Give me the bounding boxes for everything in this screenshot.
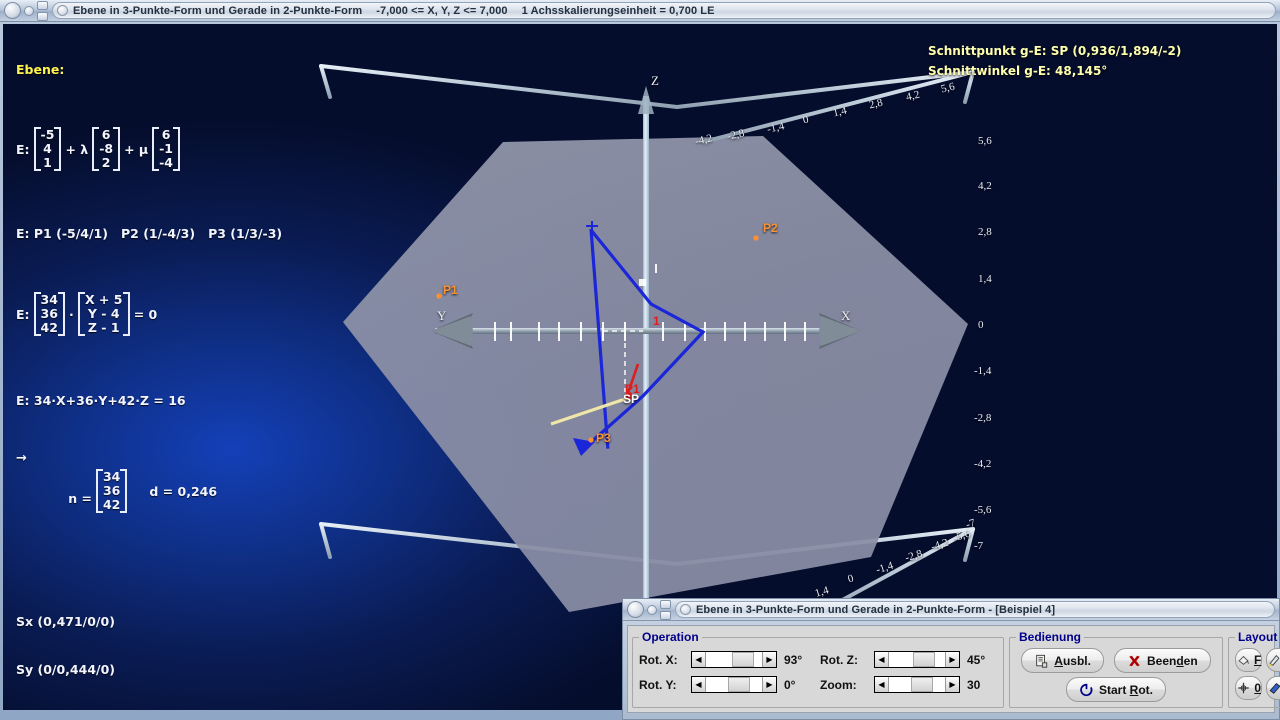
document-icon [1036, 654, 1048, 668]
dialog-titlebar: Ebene in 3-Punkte-Form und Gerade in 2-P… [623, 599, 1279, 621]
crosshair-icon [1238, 682, 1250, 694]
rot-y-slider[interactable]: ◀ ▶ [691, 676, 777, 693]
zoom-value: 30 [967, 677, 981, 692]
sp-marker [625, 392, 633, 400]
rot-x-slider[interactable]: ◀ ▶ [691, 651, 777, 668]
dialog-body: Operation Rot. X: ◀ ▶ 93° Rot. Z: ◀ ▶ 45… [627, 625, 1280, 713]
rot-x-label: Rot. X: [639, 652, 678, 667]
fill-bucket-icon [1238, 655, 1250, 665]
main-titlebar: Ebene in 3-Punkte-Form und Gerade in 2-P… [0, 0, 1280, 22]
rot-y-decrement-icon[interactable]: ◀ [692, 677, 706, 692]
rot-z-row: Rot. Z: ◀ ▶ 45° [820, 648, 997, 671]
plane-surface [343, 136, 968, 612]
operation-group: Operation Rot. X: ◀ ▶ 93° Rot. Z: ◀ ▶ 45… [632, 630, 1004, 708]
dialog-close-button[interactable] [660, 610, 671, 620]
window-minimize-button[interactable] [24, 5, 34, 16]
rot-x-thumb[interactable] [731, 652, 754, 667]
dialog-restore-close-stack [660, 599, 671, 620]
zoom-decrement-icon[interactable]: ◀ [875, 677, 889, 692]
application-window: Ebene in 3-Punkte-Form und Gerade in 2-P… [0, 0, 1280, 720]
window-close-button[interactable] [37, 11, 48, 21]
rot-y-label: Rot. Y: [639, 677, 677, 692]
control-dialog: Ebene in 3-Punkte-Form und Gerade in 2-P… [622, 598, 1280, 720]
layout-f-button[interactable]: F [1235, 648, 1263, 672]
close-x-icon [1129, 655, 1140, 666]
layout-legend: Layout [1238, 630, 1278, 644]
point-dot-p2 [753, 235, 759, 241]
bedienung-group: Bedienung Ausbl. Beenden Start Rot. [1009, 630, 1223, 708]
dialog-icon [680, 604, 691, 615]
bedienung-legend: Bedienung [1019, 630, 1081, 644]
ausbl-button[interactable]: Ausbl. [1021, 648, 1104, 673]
dialog-window-controls [623, 599, 671, 621]
dialog-restore-button[interactable] [660, 599, 671, 609]
rot-y-thumb[interactable] [728, 677, 751, 692]
rot-x-row: Rot. X: ◀ ▶ 93° [639, 648, 814, 671]
rot-x-increment-icon[interactable]: ▶ [762, 652, 776, 667]
window-menu-button[interactable] [4, 2, 21, 19]
app-icon [57, 5, 68, 16]
layout-0-label: 0 [1254, 681, 1262, 695]
zoom-slider[interactable]: ◀ ▶ [874, 676, 960, 693]
color-swatch-icon [1269, 683, 1280, 694]
rot-y-increment-icon[interactable]: ▶ [762, 677, 776, 692]
rot-z-label: Rot. Z: [820, 652, 858, 667]
dialog-minimize-button[interactable] [647, 604, 657, 615]
paint-brush-icon [1269, 654, 1280, 667]
layout-f-label: F [1254, 653, 1262, 667]
main-title-text: Ebene in 3-Punkte-Form und Gerade in 2-P… [73, 4, 715, 17]
window-restore-button[interactable] [37, 0, 48, 10]
ausbl-label: Ausbl. [1054, 653, 1091, 668]
layout-s-button[interactable]: S [1266, 676, 1280, 700]
main-title-field: Ebene in 3-Punkte-Form und Gerade in 2-P… [52, 2, 1276, 19]
zoom-thumb[interactable] [911, 677, 934, 692]
rot-z-slider[interactable]: ◀ ▶ [874, 651, 960, 668]
rot-z-decrement-icon[interactable]: ◀ [875, 652, 889, 667]
rot-x-track[interactable] [706, 652, 762, 667]
refresh-icon [1080, 683, 1093, 696]
dialog-title-text: Ebene in 3-Punkte-Form und Gerade in 2-P… [696, 603, 1056, 616]
beenden-button[interactable]: Beenden [1113, 648, 1211, 673]
layout-0-button[interactable]: 0 [1235, 676, 1263, 700]
layout-group: Layout F B [1228, 630, 1280, 708]
rot-x-decrement-icon[interactable]: ◀ [692, 652, 706, 667]
rot-y-track[interactable] [706, 677, 762, 692]
rot-y-value: 0° [784, 677, 796, 692]
rot-z-value: 45° [967, 652, 986, 667]
rot-z-increment-icon[interactable]: ▶ [945, 652, 959, 667]
window-restore-close-stack [37, 0, 48, 21]
layout-b-button[interactable]: B [1266, 648, 1280, 672]
beenden-label: Beenden [1146, 653, 1198, 668]
zoom-increment-icon[interactable]: ▶ [945, 677, 959, 692]
point-dot-p3 [588, 437, 594, 443]
rot-x-value: 93° [784, 652, 803, 667]
rot-y-row: Rot. Y: ◀ ▶ 0° [639, 673, 814, 696]
dialog-title-field: Ebene in 3-Punkte-Form und Gerade in 2-P… [675, 601, 1275, 618]
zoom-label: Zoom: [820, 677, 857, 692]
window-controls [0, 0, 48, 22]
rot-z-thumb[interactable] [912, 652, 935, 667]
dialog-menu-button[interactable] [627, 601, 644, 618]
zoom-row: Zoom: ◀ ▶ 30 [820, 673, 997, 696]
zoom-track[interactable] [889, 677, 945, 692]
start-rot-button[interactable]: Start Rot. [1065, 677, 1167, 702]
point-dot-p1 [436, 293, 442, 299]
rot-z-track[interactable] [889, 652, 945, 667]
operation-legend: Operation [642, 630, 699, 644]
start-rot-label: Start Rot. [1098, 682, 1154, 697]
